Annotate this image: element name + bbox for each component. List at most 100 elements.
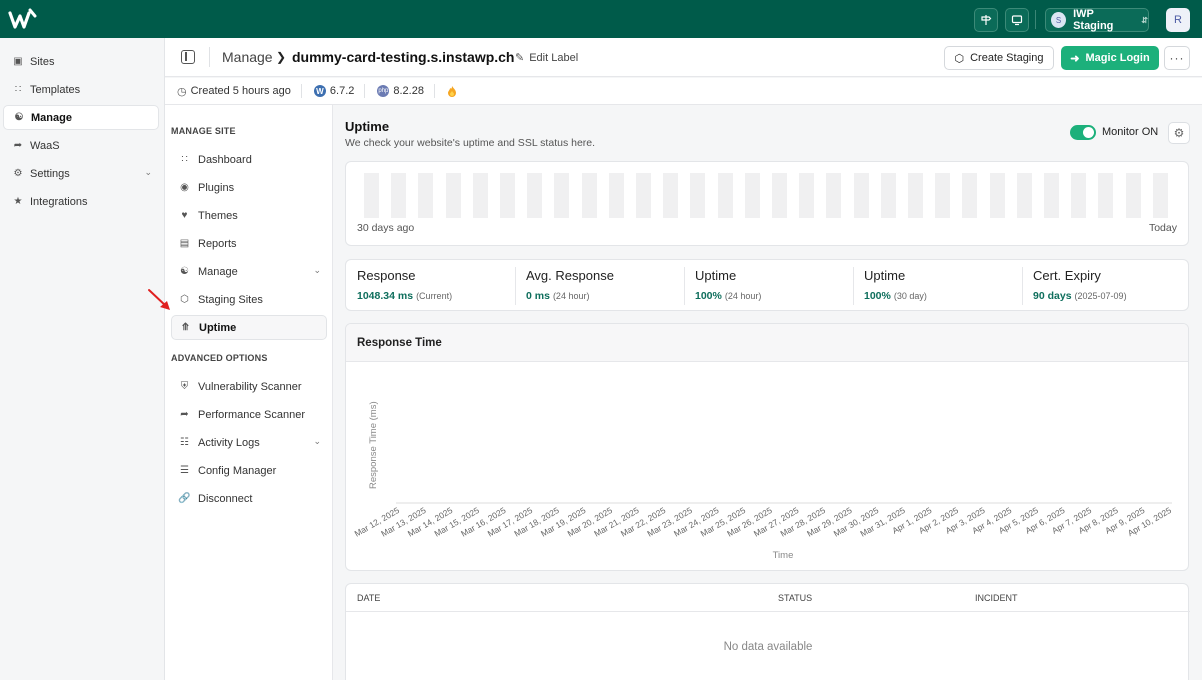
team-switcher[interactable]: S IWP Staging ⇵	[1045, 8, 1149, 32]
uptime-day-bar[interactable]	[1044, 173, 1059, 218]
top-bar: S IWP Staging ⇵ R	[0, 0, 1202, 38]
sidebar-item-integrations[interactable]: ★ Integrations	[3, 189, 159, 214]
uptime-day-bar[interactable]	[1098, 173, 1114, 218]
sidebar-item-manage[interactable]: ☯ Manage	[3, 105, 159, 130]
puzzle-icon: ★	[13, 196, 23, 207]
submenu-item-label: Performance Scanner	[198, 408, 305, 421]
stat-value-text: 0 ms	[526, 290, 550, 302]
sidebar-item-sites[interactable]: ▣ Sites	[3, 49, 159, 74]
uptime-day-bar[interactable]	[826, 173, 842, 218]
stat-avg-response: Avg. Response 0 ms (24 hour)	[515, 260, 684, 312]
stat-value: 1048.34 ms (Current)	[357, 290, 452, 302]
uptime-day-bar[interactable]	[472, 173, 488, 218]
site-name: dummy-card-testing.s.instawp.ch	[292, 49, 515, 65]
uptime-day-bar[interactable]	[1152, 173, 1168, 218]
submenu-item-label: Themes	[198, 209, 238, 222]
uptime-day-bar[interactable]	[581, 173, 597, 218]
signpost-icon[interactable]	[974, 8, 998, 32]
submenu-item-activity-logs[interactable]: ☷ Activity Logs ⌄	[171, 430, 327, 455]
uptime-day-bar[interactable]	[527, 173, 543, 218]
submenu-item-config-manager[interactable]: ☰ Config Manager	[171, 458, 327, 483]
uptime-day-bar[interactable]	[908, 173, 923, 218]
stat-label: Uptime	[864, 268, 906, 283]
uptime-day-bar[interactable]	[1125, 173, 1141, 218]
uptime-day-bar[interactable]	[391, 173, 407, 218]
column-header-incident: INCIDENT	[975, 593, 1018, 603]
uptime-day-bar[interactable]	[1071, 173, 1087, 218]
sidebar-item-waas[interactable]: ➦ WaaS	[3, 133, 159, 158]
wp-version-text: 6.7.2	[329, 85, 355, 97]
uptime-day-bar[interactable]	[418, 173, 434, 218]
stat-cert-expiry: Cert. Expiry 90 days (2025-07-09)	[1022, 260, 1190, 312]
brush-icon: ♥	[181, 210, 188, 221]
monitor-toggle[interactable]	[1070, 125, 1096, 140]
submenu-item-manage[interactable]: ☯ Manage ⌄	[171, 259, 327, 284]
uptime-day-bar[interactable]	[880, 173, 896, 218]
wordpress-icon: W	[313, 85, 326, 97]
stat-value-text: 90 days	[1033, 290, 1072, 302]
chart-header: Response Time	[346, 324, 1188, 362]
submenu-item-plugins[interactable]: ◉ Plugins	[171, 175, 327, 200]
uptime-day-bar[interactable]	[989, 173, 1005, 218]
uptime-day-bar[interactable]	[744, 173, 760, 218]
submenu-item-label: Activity Logs	[198, 436, 260, 449]
uptime-day-bar[interactable]	[554, 173, 570, 218]
create-staging-button[interactable]: ⬡ Create Staging	[944, 46, 1054, 70]
stat-response: Response 1048.34 ms (Current)	[346, 260, 515, 312]
page-header: Manage ❯ dummy-card-testing.s.instawp.ch…	[165, 38, 1202, 77]
stat-value-text: 100%	[695, 290, 722, 302]
uptime-day-bar[interactable]	[935, 173, 951, 218]
submenu-item-dashboard[interactable]: ∷ Dashboard	[171, 147, 327, 172]
submenu-item-label: Manage	[198, 265, 238, 278]
stat-note: (30 day)	[893, 291, 927, 301]
uptime-day-bar[interactable]	[772, 173, 787, 218]
magic-login-button[interactable]: ➜ Magic Login	[1061, 46, 1159, 70]
submenu-item-vulnerability-scanner[interactable]: ⛨ Vulnerability Scanner	[171, 374, 327, 399]
submenu-item-reports[interactable]: ▤ Reports	[171, 231, 327, 256]
stat-value-text: 1048.34 ms	[357, 290, 414, 302]
edit-label-button[interactable]: ✎ Edit Label	[515, 51, 579, 65]
submenu-item-label: Config Manager	[198, 464, 277, 477]
instawp-logo[interactable]	[8, 7, 38, 31]
submenu-item-performance-scanner[interactable]: ➦ Performance Scanner	[171, 402, 327, 427]
uptime-day-bar[interactable]	[663, 173, 679, 218]
more-options-icon[interactable]: ···	[1164, 46, 1190, 70]
breadcrumb-manage[interactable]: Manage	[222, 49, 273, 65]
grid-icon: ∷	[14, 84, 22, 95]
uptime-day-bar[interactable]	[690, 173, 706, 218]
stats-card: Response 1048.34 ms (Current) Avg. Respon…	[345, 259, 1189, 311]
uptime-day-bar[interactable]	[608, 173, 624, 218]
column-header-date: DATE	[357, 593, 381, 603]
edit-label-text: Edit Label	[529, 51, 579, 64]
gear-icon[interactable]: ⚙	[1168, 122, 1190, 144]
stat-uptime-30d: Uptime 100% (30 day)	[853, 260, 1022, 312]
monitor-icon[interactable]	[1005, 8, 1029, 32]
section-heading: ADVANCED OPTIONS	[171, 353, 268, 363]
divider	[364, 84, 366, 98]
edit-icon: ✎	[515, 52, 525, 64]
uptime-day-bar[interactable]	[799, 173, 815, 218]
create-staging-label: Create Staging	[970, 52, 1044, 64]
submenu-item-label: Plugins	[198, 181, 235, 194]
magic-login-label: Magic Login	[1085, 52, 1150, 64]
sidebar-item-templates[interactable]: ∷ Templates	[3, 77, 159, 102]
chart-title: Response Time	[357, 337, 442, 349]
uptime-day-bar[interactable]	[445, 173, 461, 218]
uptime-day-bar[interactable]	[1016, 173, 1032, 218]
uptime-day-bar[interactable]	[853, 173, 869, 218]
user-avatar[interactable]: R	[1166, 8, 1190, 32]
page-subtitle: We check your website's uptime and SSL s…	[345, 137, 596, 149]
uptime-day-bar[interactable]	[717, 173, 733, 218]
submenu-item-uptime[interactable]: ⤊ Uptime	[171, 315, 327, 340]
wp-version: W 6.7.2	[313, 85, 355, 97]
submenu-item-disconnect[interactable]: 🔗 Disconnect	[171, 486, 327, 511]
uptime-day-bar[interactable]	[500, 173, 515, 218]
sidebar-item-label: WaaS	[30, 139, 60, 152]
submenu-item-themes[interactable]: ♥ Themes	[171, 203, 327, 228]
submenu-item-staging-sites[interactable]: ⬡ Staging Sites	[171, 287, 327, 312]
uptime-day-bar[interactable]	[962, 173, 978, 218]
uptime-day-bar[interactable]	[364, 173, 379, 218]
uptime-day-bar[interactable]	[636, 173, 651, 218]
sidebar-toggle-icon[interactable]	[181, 50, 195, 64]
sidebar-item-settings[interactable]: ⚙ Settings ⌄	[3, 161, 159, 186]
